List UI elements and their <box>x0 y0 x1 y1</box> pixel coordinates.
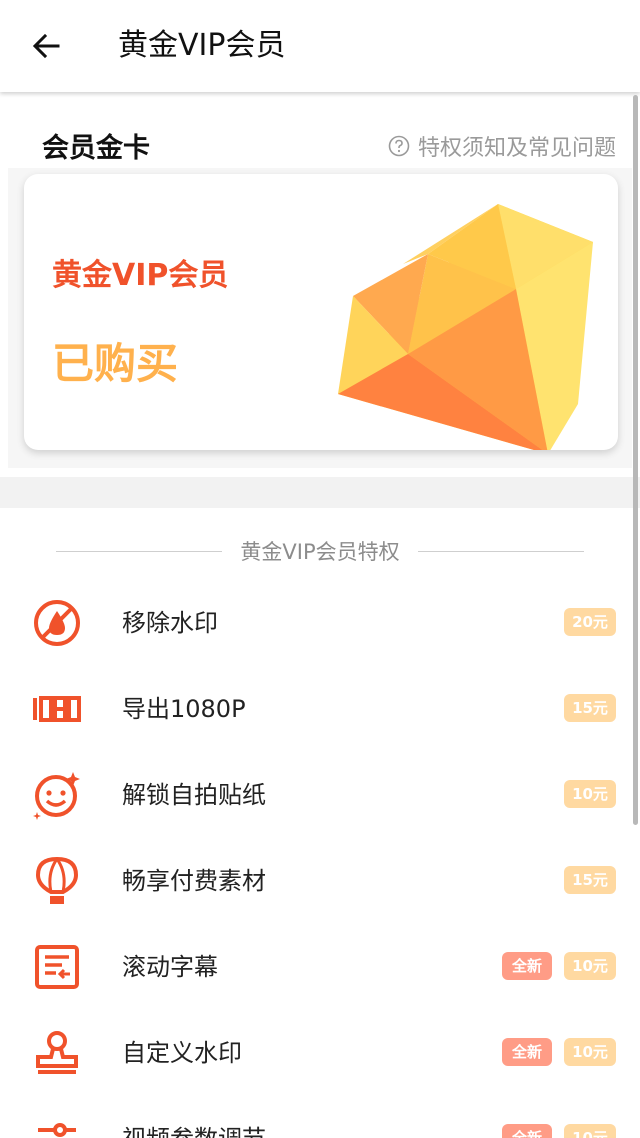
perk-row-scrolling-caption[interactable]: 滚动字幕 全新 10元 <box>0 924 640 1010</box>
perk-label: 畅享付费素材 <box>122 867 266 895</box>
member-card-section: 会员金卡 特权须知及常见问题 黄金VIP会员 已购买 <box>0 92 640 477</box>
price-badge: 10元 <box>564 952 616 980</box>
app-bar: 黄金VIP会员 <box>0 0 640 92</box>
perk-label: 解锁自拍贴纸 <box>122 781 266 809</box>
slider-settings-icon <box>30 1114 84 1138</box>
perk-label: 自定义水印 <box>122 1039 242 1067</box>
divider-line <box>417 550 585 552</box>
scrolling-caption-icon <box>30 942 84 992</box>
gold-vip-card[interactable]: 黄金VIP会员 已购买 <box>24 174 618 450</box>
perks-heading: 黄金VIP会员特权 <box>56 536 585 566</box>
diamond-icon <box>338 204 593 450</box>
price-badge: 15元 <box>564 694 616 722</box>
back-button[interactable] <box>24 24 68 68</box>
section-title: 会员金卡 <box>42 133 150 164</box>
perk-badges: 10元 <box>564 780 616 808</box>
question-icon <box>388 135 410 157</box>
card-container: 黄金VIP会员 已购买 <box>8 168 632 468</box>
no-watermark-icon <box>30 598 84 648</box>
price-badge: 10元 <box>564 1038 616 1066</box>
perk-label: 滚动字幕 <box>122 953 218 981</box>
back-arrow-icon <box>32 33 60 59</box>
perk-badges: 全新 10元 <box>502 952 616 980</box>
card-name: 黄金VIP会员 <box>52 258 229 293</box>
page-title: 黄金VIP会员 <box>118 28 286 63</box>
new-badge: 全新 <box>502 1038 552 1066</box>
perk-row-remove-watermark[interactable]: 移除水印 20元 <box>0 580 640 666</box>
price-badge: 10元 <box>564 780 616 808</box>
perk-badges: 15元 <box>564 694 616 722</box>
perk-row-custom-watermark[interactable]: 自定义水印 全新 10元 <box>0 1010 640 1096</box>
perk-badges: 20元 <box>564 608 616 636</box>
perk-row-video-params[interactable]: 视频参数调节 全新 10元 <box>0 1096 640 1138</box>
new-badge: 全新 <box>502 1124 552 1138</box>
perk-row-selfie-stickers[interactable]: 解锁自拍贴纸 10元 <box>0 752 640 838</box>
perks-section: 黄金VIP会员特权 移除水印 20元 导出1080P 15元 解锁自拍贴纸 10… <box>0 508 640 1138</box>
divider-line <box>56 550 223 552</box>
balloon-icon <box>30 856 84 906</box>
purchase-status: 已购买 <box>52 339 179 388</box>
stamp-icon <box>30 1028 84 1078</box>
perk-label: 视频参数调节 <box>122 1122 266 1138</box>
perk-badges: 全新 10元 <box>502 1124 616 1138</box>
perk-row-export-1080p[interactable]: 导出1080P 15元 <box>0 666 640 752</box>
price-badge: 10元 <box>564 1124 616 1138</box>
perk-badges: 15元 <box>564 866 616 894</box>
faq-link[interactable]: 特权须知及常见问题 <box>388 130 616 162</box>
price-badge: 15元 <box>564 866 616 894</box>
selfie-sticker-icon <box>30 770 84 820</box>
price-badge: 20元 <box>564 608 616 636</box>
perks-heading-text: 黄金VIP会员特权 <box>240 540 400 564</box>
hd-1080-icon <box>30 684 84 734</box>
faq-link-label: 特权须知及常见问题 <box>417 136 616 161</box>
perk-row-paid-materials[interactable]: 畅享付费素材 15元 <box>0 838 640 924</box>
perk-badges: 全新 10元 <box>502 1038 616 1066</box>
perk-label: 移除水印 <box>122 609 218 637</box>
perk-label: 导出1080P <box>122 695 246 723</box>
scrollbar[interactable] <box>633 95 638 825</box>
new-badge: 全新 <box>502 952 552 980</box>
